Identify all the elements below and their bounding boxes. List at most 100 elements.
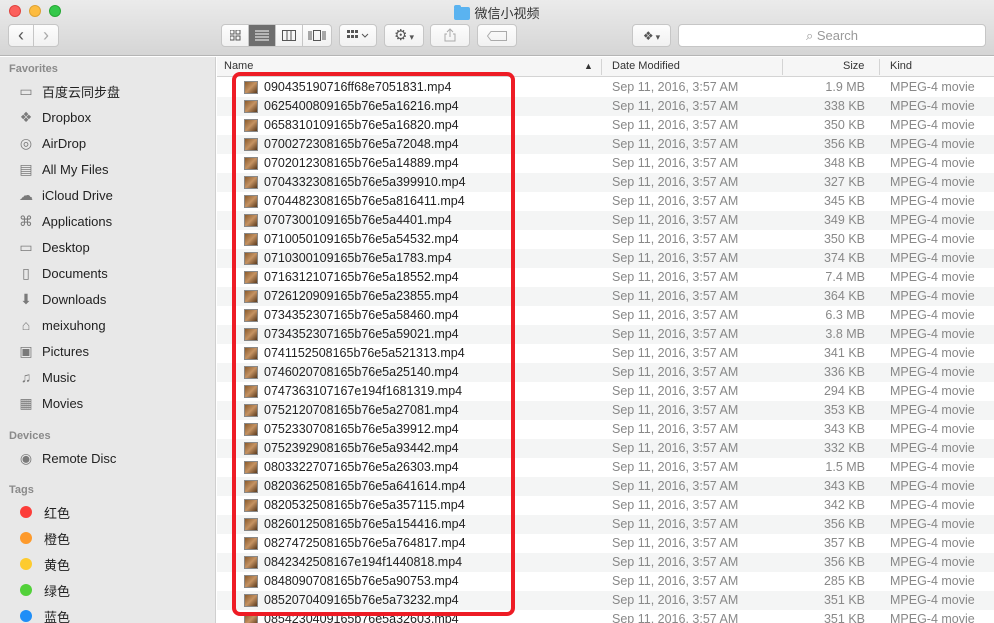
sidebar-item[interactable]: ▤ All My Files (16, 156, 108, 182)
file-name: 0710050109165b76e5a54532.mp4 (264, 232, 459, 246)
table-row[interactable]: 0752120708165b76e5a27081.mp4 Sep 11, 2016… (217, 401, 994, 420)
table-row[interactable]: 0848090708165b76e5a90753.mp4 Sep 11, 2016… (217, 572, 994, 591)
file-kind: MPEG-4 movie (890, 555, 975, 569)
column-header-date[interactable]: Date Modified (612, 60, 680, 72)
sidebar-item[interactable]: ⌘ Applications (16, 208, 112, 234)
table-row[interactable]: 0710300109165b76e5a1783.mp4 Sep 11, 2016,… (217, 249, 994, 268)
sidebar-item[interactable]: ▭ Desktop (16, 234, 89, 260)
tag-color-icon (20, 610, 32, 622)
file-name: 0741152508165b76e5a521313.mp4 (264, 346, 465, 360)
video-thumbnail-icon (244, 138, 258, 151)
column-view-icon (282, 30, 296, 41)
sidebar-item[interactable]: ▦ Movies (16, 390, 83, 416)
sidebar-item-label: meixuhong (42, 317, 106, 333)
back-button[interactable]: ‹ (9, 25, 34, 46)
table-row[interactable]: 0734352307165b76e5a59021.mp4 Sep 11, 2016… (217, 325, 994, 344)
column-divider[interactable] (601, 59, 602, 75)
table-row[interactable]: 0704332308165b76e5a399910.mp4 Sep 11, 201… (217, 173, 994, 192)
sidebar-item[interactable]: ❖ Dropbox (16, 104, 91, 130)
file-name: 0658310109165b76e5a16820.mp4 (264, 118, 459, 132)
table-row[interactable]: 0842342508167e194f1440818.mp4 Sep 11, 201… (217, 553, 994, 572)
sidebar-item[interactable]: ▣ Pictures (16, 338, 89, 364)
dropbox-toolbar-button[interactable]: ❖ ▾ (632, 24, 671, 47)
table-row[interactable]: 0854230409165b76e5a32603.mp4 Sep 11, 2016… (217, 610, 994, 623)
sidebar-item[interactable]: ♫ Music (16, 364, 76, 390)
sidebar-item[interactable]: ⌂ meixuhong (16, 312, 106, 338)
table-row[interactable]: 0625400809165b76e5a16216.mp4 Sep 11, 2016… (217, 97, 994, 116)
share-button[interactable] (430, 24, 470, 47)
video-thumbnail-icon (244, 575, 258, 588)
table-row[interactable]: 0746020708165b76e5a25140.mp4 Sep 11, 2016… (217, 363, 994, 382)
file-date-modified: Sep 11, 2016, 3:57 AM (612, 327, 739, 341)
table-row[interactable]: 0826012508165b76e5a154416.mp4 Sep 11, 201… (217, 515, 994, 534)
cover-flow-button[interactable] (303, 25, 331, 46)
table-row[interactable]: 0741152508165b76e5a521313.mp4 Sep 11, 201… (217, 344, 994, 363)
file-name: 090435190716ff68e7051831.mp4 (264, 80, 452, 94)
sidebar-tag[interactable]: 蓝色 (16, 603, 70, 623)
share-icon (444, 28, 456, 42)
table-row[interactable]: 0803322707165b76e5a26303.mp4 Sep 11, 2016… (217, 458, 994, 477)
sidebar-item[interactable]: ◎ AirDrop (16, 130, 86, 156)
table-row[interactable]: 0852070409165b76e5a73232.mp4 Sep 11, 2016… (217, 591, 994, 610)
disc-icon: ◉ (19, 449, 33, 466)
column-divider[interactable] (879, 59, 880, 75)
video-thumbnail-icon (244, 499, 258, 512)
file-date-modified: Sep 11, 2016, 3:57 AM (612, 175, 739, 189)
video-thumbnail-icon (244, 309, 258, 322)
table-row[interactable]: 0820532508165b76e5a357115.mp4 Sep 11, 201… (217, 496, 994, 515)
icon-view-button[interactable] (222, 25, 249, 46)
sidebar-tag[interactable]: 黄色 (16, 551, 70, 577)
file-kind: MPEG-4 movie (890, 403, 975, 417)
video-thumbnail-icon (244, 214, 258, 227)
file-date-modified: Sep 11, 2016, 3:57 AM (612, 498, 739, 512)
file-kind: MPEG-4 movie (890, 137, 975, 151)
table-row[interactable]: 0700272308165b76e5a72048.mp4 Sep 11, 2016… (217, 135, 994, 154)
table-row[interactable]: 0752392908165b76e5a93442.mp4 Sep 11, 2016… (217, 439, 994, 458)
column-header-kind[interactable]: Kind (890, 60, 912, 72)
dropbox-icon: ❖ (19, 108, 33, 125)
sidebar-item[interactable]: ◉ Remote Disc (16, 445, 117, 471)
table-row[interactable]: 0707300109165b76e5a4401.mp4 Sep 11, 2016,… (217, 211, 994, 230)
table-row[interactable]: 0827472508165b76e5a764817.mp4 Sep 11, 201… (217, 534, 994, 553)
table-row[interactable]: 090435190716ff68e7051831.mp4 Sep 11, 2016… (217, 78, 994, 97)
column-header-name[interactable]: Name (224, 60, 253, 72)
table-row[interactable]: 0734352307165b76e5a58460.mp4 Sep 11, 2016… (217, 306, 994, 325)
edit-tags-button[interactable] (477, 24, 517, 47)
sidebar-item[interactable]: ▭ 百度云同步盘 (16, 78, 120, 104)
all-files-icon: ▤ (19, 160, 33, 177)
table-row[interactable]: 0716312107165b76e5a18552.mp4 Sep 11, 2016… (217, 268, 994, 287)
forward-button[interactable]: › (34, 25, 58, 46)
file-date-modified: Sep 11, 2016, 3:57 AM (612, 213, 739, 227)
sidebar-tag[interactable]: 红色 (16, 499, 70, 525)
sidebar-item[interactable]: ⬇ Downloads (16, 286, 106, 312)
list-view-button[interactable] (249, 25, 276, 46)
folder-icon: ▭ (19, 82, 33, 99)
sidebar-tag[interactable]: 绿色 (16, 577, 70, 603)
file-date-modified: Sep 11, 2016, 3:57 AM (612, 270, 739, 284)
video-thumbnail-icon (244, 233, 258, 246)
file-kind: MPEG-4 movie (890, 194, 975, 208)
sidebar-item[interactable]: ☁ iCloud Drive (16, 182, 113, 208)
table-row[interactable]: 0820362508165b76e5a641614.mp4 Sep 11, 201… (217, 477, 994, 496)
file-date-modified: Sep 11, 2016, 3:57 AM (612, 80, 739, 94)
file-date-modified: Sep 11, 2016, 3:57 AM (612, 346, 739, 360)
sidebar-item[interactable]: ▯ Documents (16, 260, 108, 286)
column-divider[interactable] (782, 59, 783, 75)
devices-header: Devices (9, 430, 51, 442)
column-header-size[interactable]: Size (843, 60, 864, 72)
table-row[interactable]: 0710050109165b76e5a54532.mp4 Sep 11, 2016… (217, 230, 994, 249)
video-thumbnail-icon (244, 423, 258, 436)
search-field[interactable]: ⌕ Search (678, 24, 986, 47)
table-row[interactable]: 0726120909165b76e5a23855.mp4 Sep 11, 2016… (217, 287, 994, 306)
table-row[interactable]: 0702012308165b76e5a14889.mp4 Sep 11, 2016… (217, 154, 994, 173)
table-row[interactable]: 0747363107167e194f1681319.mp4 Sep 11, 201… (217, 382, 994, 401)
sidebar-tag[interactable]: 橙色 (16, 525, 70, 551)
file-date-modified: Sep 11, 2016, 3:57 AM (612, 479, 739, 493)
action-button[interactable]: ⚙ ▾ (384, 24, 424, 47)
table-row[interactable]: 0704482308165b76e5a816411.mp4 Sep 11, 201… (217, 192, 994, 211)
table-row[interactable]: 0658310109165b76e5a16820.mp4 Sep 11, 2016… (217, 116, 994, 135)
column-view-button[interactable] (276, 25, 303, 46)
file-date-modified: Sep 11, 2016, 3:57 AM (612, 574, 739, 588)
table-row[interactable]: 0752330708165b76e5a39912.mp4 Sep 11, 2016… (217, 420, 994, 439)
arrange-button[interactable] (339, 24, 377, 47)
